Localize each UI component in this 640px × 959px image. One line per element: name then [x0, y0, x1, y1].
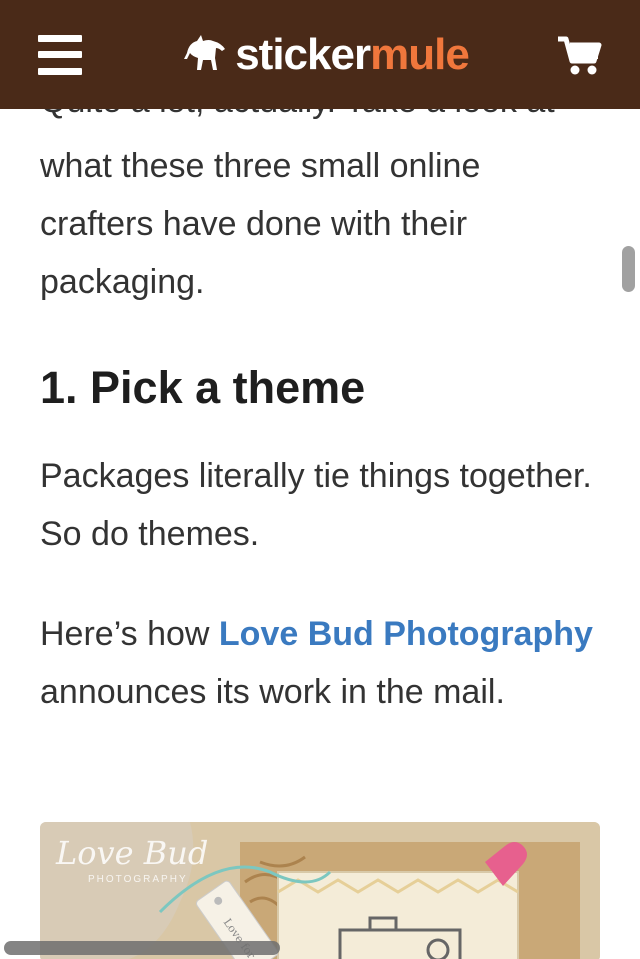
lovebud-suffix: announces its work in the mail.: [40, 673, 505, 711]
logo-wordmark: stickermule: [235, 29, 470, 79]
horizontal-scrollbar[interactable]: [4, 941, 280, 955]
article-photo: Love for the Love Bud PHOTOGRAPHY: [40, 822, 600, 959]
watermark-script: Love Bud: [55, 834, 208, 872]
shopping-cart-icon[interactable]: [556, 33, 602, 77]
lovebud-prefix: Here’s how: [40, 615, 219, 653]
watermark-small: PHOTOGRAPHY: [88, 874, 188, 885]
lovebud-paragraph: Here’s how Love Bud Photography announce…: [40, 605, 600, 721]
package-photo-illustration: Love for the Love Bud PHOTOGRAPHY: [40, 822, 600, 959]
hamburger-menu-icon[interactable]: [38, 34, 82, 75]
section-heading: 1. Pick a theme: [40, 362, 366, 413]
mule-icon: [184, 34, 226, 70]
page: Quite a lot, actually. Take a look at wh…: [0, 0, 640, 959]
vertical-scrollbar[interactable]: [622, 246, 635, 292]
site-header: stickermule: [0, 0, 640, 109]
love-bud-photography-link[interactable]: Love Bud Photography: [219, 615, 593, 653]
logo-part1: sticker: [235, 29, 371, 79]
logo-part2: mule: [370, 29, 470, 79]
article-intro-paragraph: what these three small online crafters h…: [40, 147, 481, 301]
theme-paragraph: Packages literally tie things together. …: [40, 457, 592, 553]
stickermule-logo[interactable]: stickermule: [181, 29, 470, 79]
